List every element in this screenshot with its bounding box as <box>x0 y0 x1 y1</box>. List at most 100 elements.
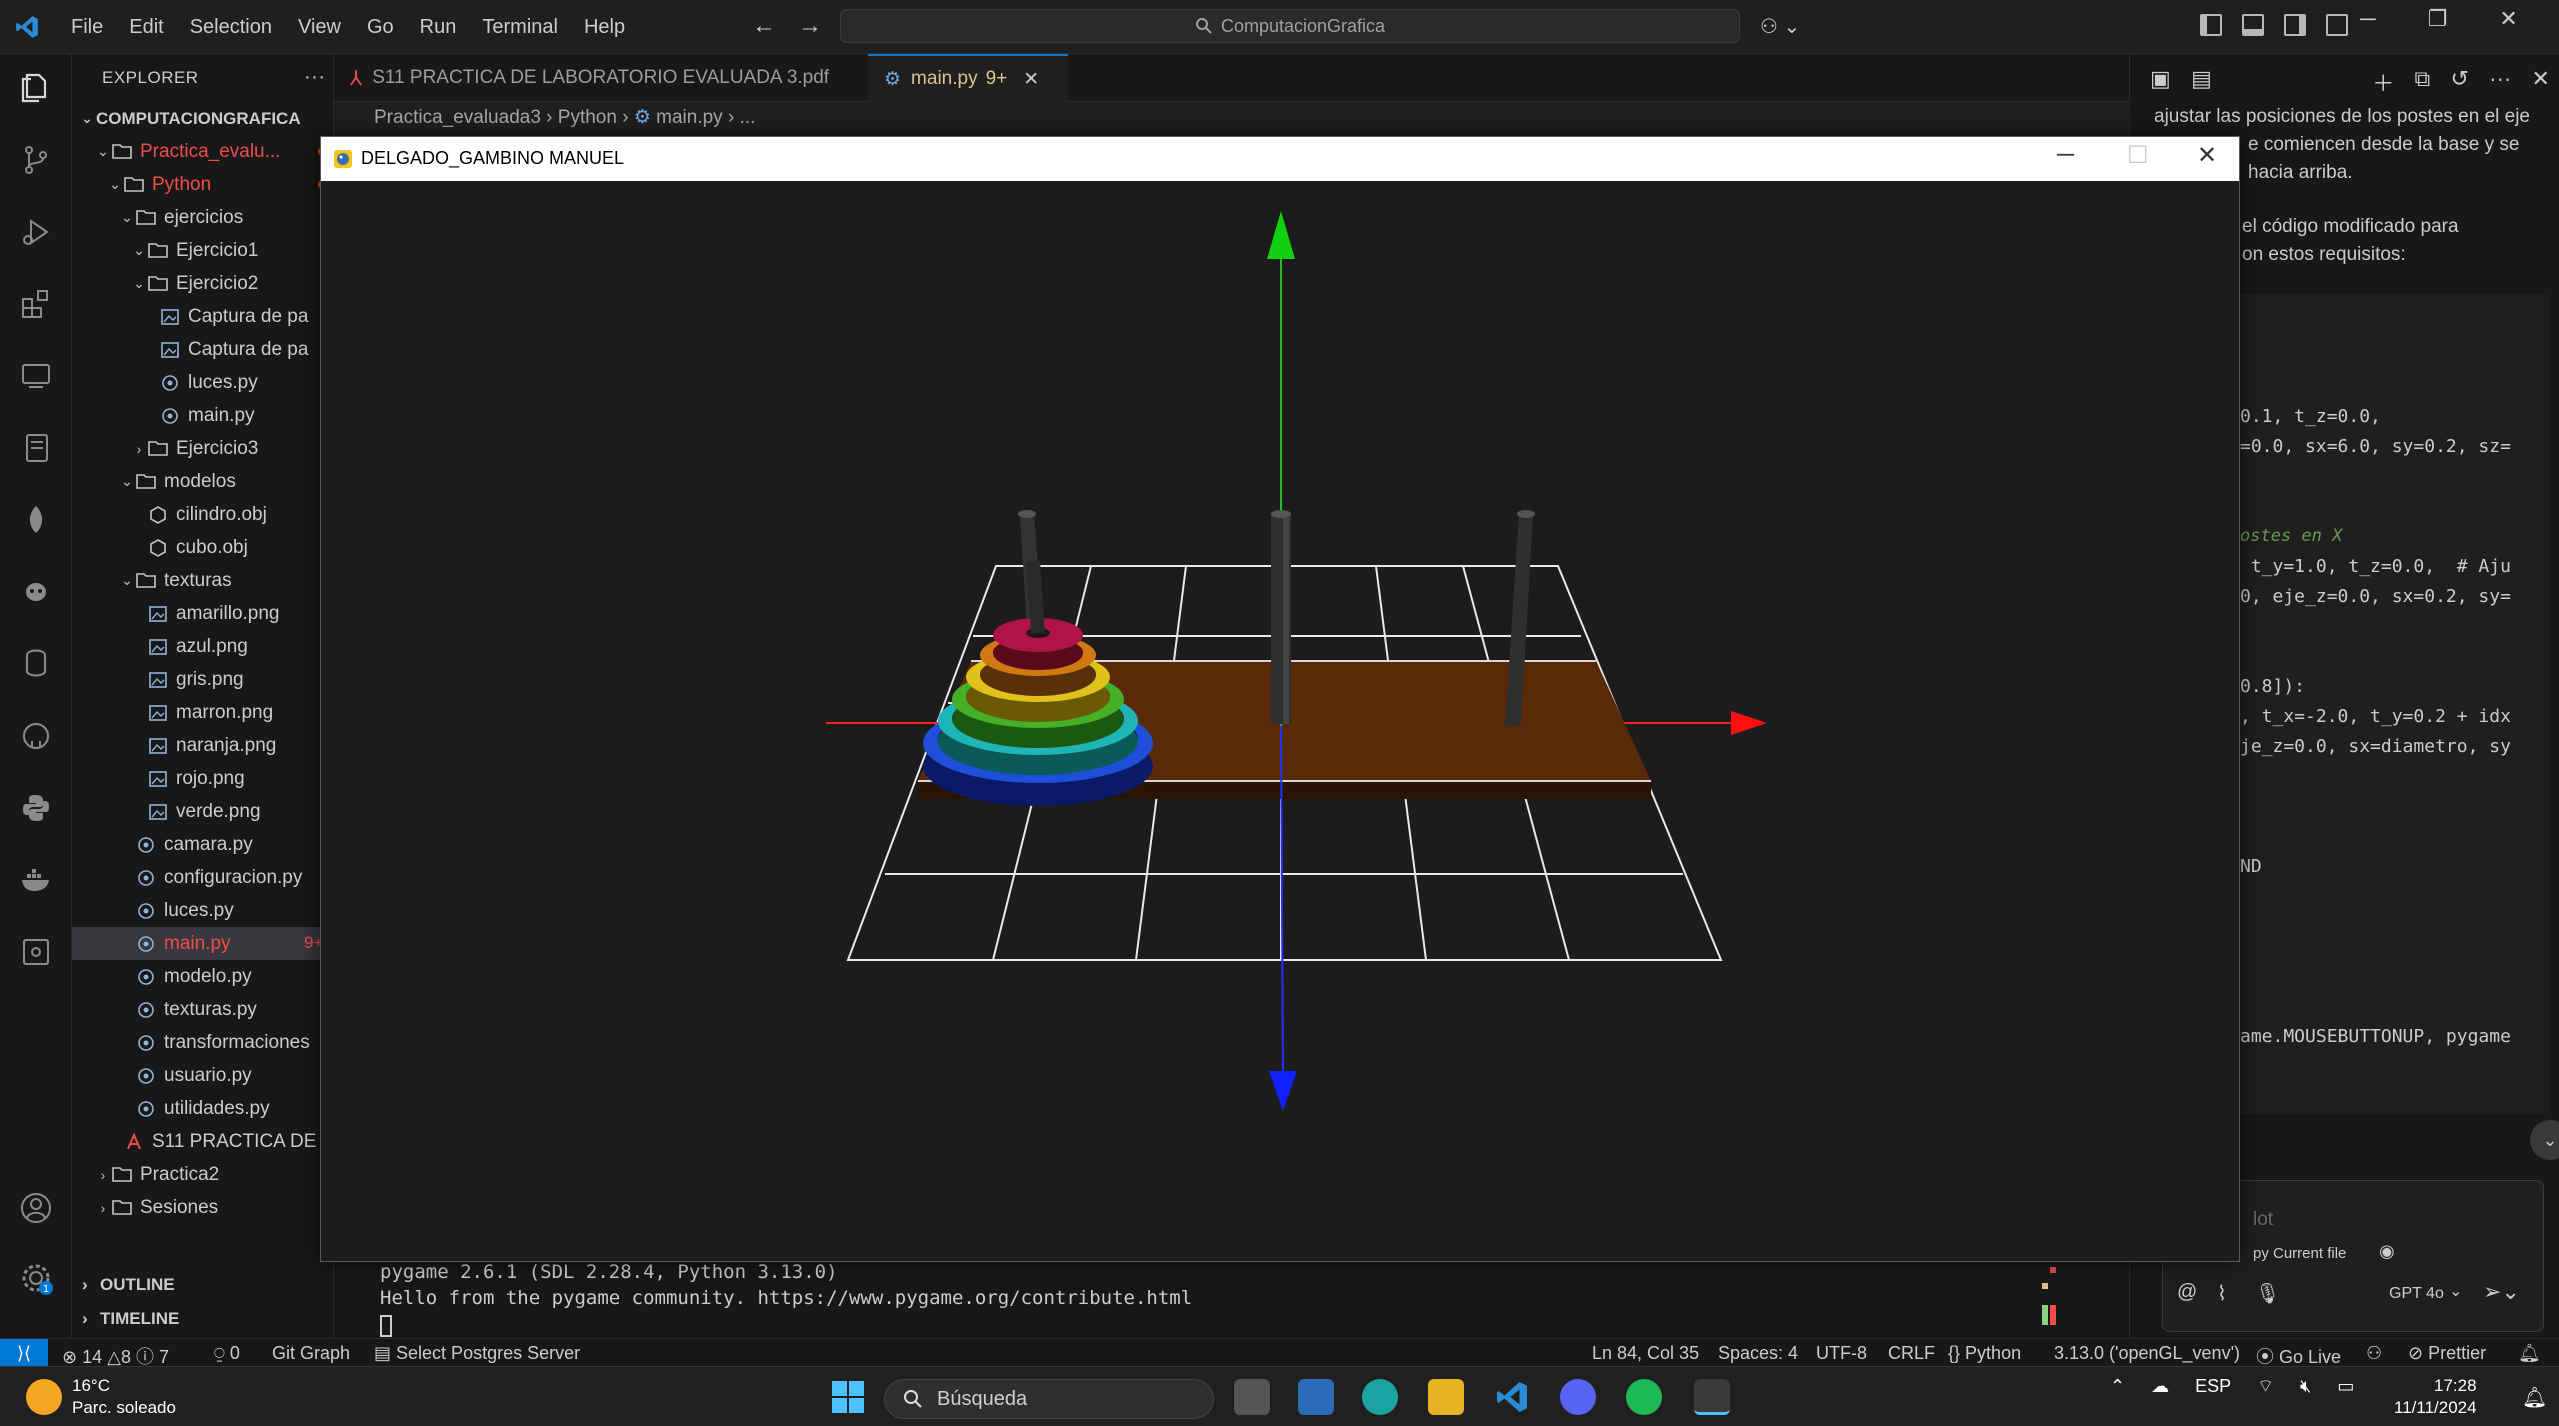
extensions-icon[interactable] <box>18 286 54 322</box>
minimize-icon[interactable]: ─ <box>2360 6 2376 32</box>
language-mode[interactable]: {} Python <box>1948 1343 2021 1364</box>
scroll-down-icon[interactable]: ⌄ <box>2530 1120 2559 1160</box>
menu-run[interactable]: Run <box>407 16 470 39</box>
interpreter[interactable]: 3.13.0 ('openGL_venv') <box>2054 1343 2240 1364</box>
python-icon[interactable] <box>18 790 54 826</box>
tree-item[interactable]: ⌄ Python <box>72 168 333 201</box>
tree-item[interactable]: ⌄ Ejercicio2 <box>72 267 333 300</box>
prettier-button[interactable]: ⊘ Prettier <box>2408 1343 2486 1364</box>
model-picker[interactable]: GPT 4o <box>2389 1285 2444 1303</box>
tab-main-py[interactable]: ⚙ main.py 9+ ✕ <box>868 54 1068 102</box>
timeline-section[interactable]: › TIMELINE <box>72 1302 179 1335</box>
command-center[interactable]: ComputacionGrafica <box>840 9 1740 43</box>
copilot-status-icon[interactable]: ⚇ <box>2366 1343 2382 1364</box>
git-graph-button[interactable]: Git Graph <box>272 1343 350 1364</box>
chat-more-icon[interactable]: ··· <box>2489 66 2511 98</box>
back-arrow-icon[interactable]: ← <box>752 12 776 40</box>
tree-item[interactable]: cilindro.obj <box>72 498 333 531</box>
notifications-bell-icon[interactable]: 🔔︎ <box>2518 1343 2541 1364</box>
opengl-scene[interactable] <box>321 181 2239 1261</box>
line-endings[interactable]: CRLF <box>1888 1343 1935 1364</box>
tray-chevron-up-icon[interactable]: ⌃ <box>2110 1376 2125 1397</box>
account-icon[interactable] <box>18 1190 54 1226</box>
menu-view[interactable]: View <box>285 16 354 39</box>
more-actions-icon[interactable]: ··· <box>304 66 325 89</box>
pygame-maximize-icon[interactable]: ☐ <box>2127 141 2149 170</box>
volume-muted-icon[interactable]: 🔇︎ <box>2300 1376 2311 1397</box>
indentation[interactable]: Spaces: 4 <box>1718 1343 1798 1364</box>
tree-item[interactable]: Captura de pa <box>72 333 333 366</box>
file-explorer-icon[interactable] <box>1428 1379 1464 1415</box>
tree-item[interactable]: luces.py <box>72 894 333 927</box>
tree-item[interactable]: configuracion.py <box>72 861 333 894</box>
test-explorer-icon[interactable] <box>18 934 54 970</box>
toggle-sidebar-icon[interactable] <box>2200 14 2222 36</box>
menu-edit[interactable]: Edit <box>116 16 176 39</box>
edge-browser-icon[interactable] <box>1362 1379 1398 1415</box>
tree-item[interactable]: camara.py <box>72 828 333 861</box>
tree-item[interactable]: gris.png <box>72 663 333 696</box>
alien-extension-icon[interactable] <box>18 574 54 610</box>
tree-item[interactable]: amarillo.png <box>72 597 333 630</box>
python-taskbar-icon[interactable] <box>1694 1379 1730 1415</box>
postgres-icon[interactable] <box>18 646 54 682</box>
tree-item[interactable]: cubo.obj <box>72 531 333 564</box>
current-file-context[interactable]: py Current file <box>2253 1245 2346 1262</box>
source-control-icon[interactable] <box>18 142 54 178</box>
battery-icon[interactable]: ▭ <box>2337 1376 2354 1397</box>
docker-icon[interactable] <box>18 862 54 898</box>
menu-terminal[interactable]: Terminal <box>469 16 571 39</box>
chat-icon[interactable]: ▣ <box>2150 66 2171 98</box>
tree-item[interactable]: › Ejercicio3 <box>72 432 333 465</box>
tree-item[interactable]: ⌄ Practica_evalu... <box>72 135 333 168</box>
model-chevron-icon[interactable]: ⌄ <box>2449 1281 2462 1301</box>
github-icon[interactable] <box>18 718 54 754</box>
tree-item[interactable]: modelo.py <box>72 960 333 993</box>
menu-selection[interactable]: Selection <box>177 16 285 39</box>
close-icon[interactable]: ✕ <box>2499 6 2517 32</box>
vscode-taskbar-icon[interactable] <box>1494 1379 1530 1415</box>
mention-icon[interactable]: @ <box>2177 1281 2197 1304</box>
notebook-icon[interactable] <box>18 430 54 466</box>
tree-item[interactable]: utilidades.py <box>72 1092 333 1125</box>
breadcrumb-more[interactable]: ... <box>740 107 756 128</box>
tree-item[interactable]: rojo.png <box>72 762 333 795</box>
tree-item[interactable]: S11 PRACTICA DE <box>72 1125 333 1158</box>
clock[interactable]: 17:28 11/11/2024 <box>2394 1375 2477 1419</box>
workspace-root[interactable]: ⌄ COMPUTACIONGRAFICA <box>72 102 333 135</box>
restore-icon[interactable]: ❐ <box>2428 6 2448 32</box>
pygame-minimize-icon[interactable]: ─ <box>2057 141 2074 169</box>
open-editor-icon[interactable]: ⧉ <box>2415 66 2431 98</box>
tree-item[interactable]: main.py <box>72 399 333 432</box>
tree-item[interactable]: usuario.py <box>72 1059 333 1092</box>
weather-widget[interactable]: 16°C Parc. soleado <box>26 1375 176 1419</box>
tree-item[interactable]: › Sesiones <box>72 1191 333 1224</box>
task-view-icon[interactable] <box>1234 1379 1270 1415</box>
wifi-icon[interactable]: ⌔ <box>2257 1375 2274 1398</box>
tree-item[interactable]: azul.png <box>72 630 333 663</box>
onedrive-cloud-icon[interactable]: ☁ <box>2151 1376 2169 1397</box>
eye-icon[interactable]: ◉ <box>2379 1241 2395 1262</box>
notification-center-icon[interactable]: 🔔︎ <box>2522 1385 2547 1410</box>
cursor-position[interactable]: Ln 84, Col 35 <box>1592 1343 1699 1364</box>
mongodb-leaf-icon[interactable] <box>18 502 54 538</box>
tree-item[interactable]: ⌄ texturas <box>72 564 333 597</box>
outline-section[interactable]: › OUTLINE <box>72 1268 175 1301</box>
microsoft-store-icon[interactable] <box>1298 1379 1334 1415</box>
tree-item[interactable]: main.py 9+ <box>72 927 333 960</box>
pygame-close-icon[interactable]: ✕ <box>2197 141 2217 170</box>
customize-layout-icon[interactable] <box>2326 14 2348 36</box>
remote-indicator-icon[interactable]: ⟩⟨ <box>0 1339 48 1367</box>
pygame-title-bar[interactable]: DELGADO_GAMBINO MANUEL ─ ☐ ✕ <box>321 137 2239 181</box>
edits-icon[interactable]: ▤ <box>2191 66 2212 98</box>
run-debug-icon[interactable] <box>18 214 54 250</box>
history-icon[interactable]: ↺ <box>2451 66 2469 98</box>
taskbar-search[interactable]: Búsqueda <box>884 1379 1214 1419</box>
chat-close-icon[interactable]: ✕ <box>2532 66 2550 98</box>
breadcrumb-sub[interactable]: Python <box>558 107 617 128</box>
tree-item[interactable]: verde.png <box>72 795 333 828</box>
menu-file[interactable]: File <box>58 16 116 39</box>
spotify-icon[interactable] <box>1626 1379 1662 1415</box>
tree-item[interactable]: texturas.py <box>72 993 333 1026</box>
explorer-icon[interactable] <box>18 70 54 106</box>
